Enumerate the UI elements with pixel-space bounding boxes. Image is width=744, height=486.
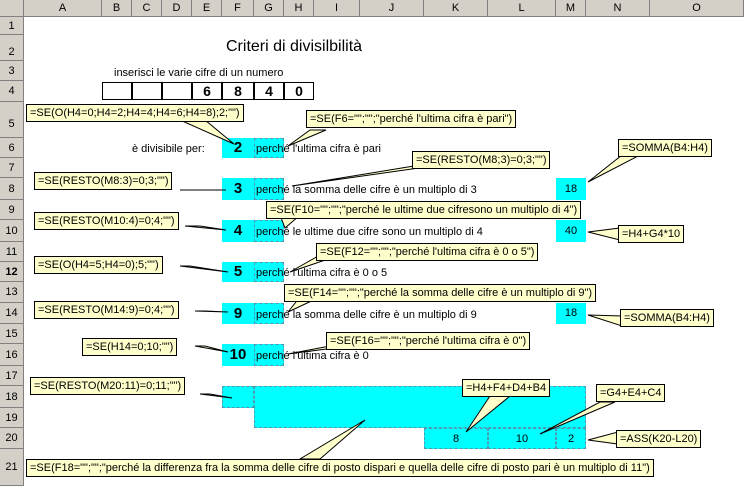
pointer-n4 <box>587 154 641 183</box>
formula-note-f10: =SE(RESTO(M10:4)=0;4;"") <box>34 212 179 230</box>
pointer-n13 <box>587 314 623 327</box>
pointer-n17 <box>465 395 512 433</box>
pointer-n7 <box>184 225 227 231</box>
formula-note-m10: =H4+G4*10 <box>618 225 685 243</box>
formula-note-l20: =G4+E4+C4 <box>596 384 666 402</box>
formula-note-f12: =SE(O(H4=5;H4=0);5;"") <box>34 256 163 274</box>
formula-note-g18: =SE(F18="";"";"perché la differenza fra … <box>26 459 654 477</box>
pointer-n18 <box>539 401 616 435</box>
formula-note-f6: =SE(O(H4=0;H4=2;H4=4;H4=6;H4=8);2;"") <box>26 104 244 122</box>
pointer-n20 <box>298 419 366 460</box>
pointer-n12 <box>194 310 229 313</box>
pointer-n15 <box>194 345 229 353</box>
formula-note-g16: =SE(F16="";"";"perché l'ultima cifra è 0… <box>326 332 531 350</box>
pointer-n19 <box>587 431 619 445</box>
pointer-n1 <box>179 119 235 145</box>
formula-note-m14: =SOMMA(B4:H4) <box>620 309 714 327</box>
formula-note-m8: =SOMMA(B4:H4) <box>618 139 712 157</box>
formula-note-g10: =SE(F10="";"";"perché le ultime due cifr… <box>266 201 582 219</box>
formula-note-f16: =SE(H14=0;10;"") <box>82 338 178 356</box>
formula-note-f8: =SE(RESTO(M8;3)=0;3;"") <box>412 151 551 169</box>
formula-note-f14: =SE(RESTO(M14:9)=0;4;"") <box>34 301 179 319</box>
pointer-n2 <box>287 129 327 147</box>
formula-note-k20: =H4+F4+D4+B4 <box>462 379 551 397</box>
formula-note-g6: =SE(F6="";"";"perché l'ultima cifra è pa… <box>306 110 517 128</box>
formula-note-f8b: =SE(RESTO(M8:3)=0;3;"") <box>34 172 173 190</box>
formula-note-g14: =SE(F14="";"";"perché la somma delle cif… <box>284 284 597 302</box>
pointer-n10 <box>179 265 229 273</box>
formula-note-m20: =ASS(K20-L20) <box>616 430 702 448</box>
pointer-n16 <box>199 393 233 399</box>
formula-note-f18: =SE(RESTO(M20:11)=0;11;"") <box>30 377 186 395</box>
formula-note-g12: =SE(F12="";"";"perché l'ultima cifra è 0… <box>316 243 539 261</box>
pointer-n8 <box>587 227 621 241</box>
